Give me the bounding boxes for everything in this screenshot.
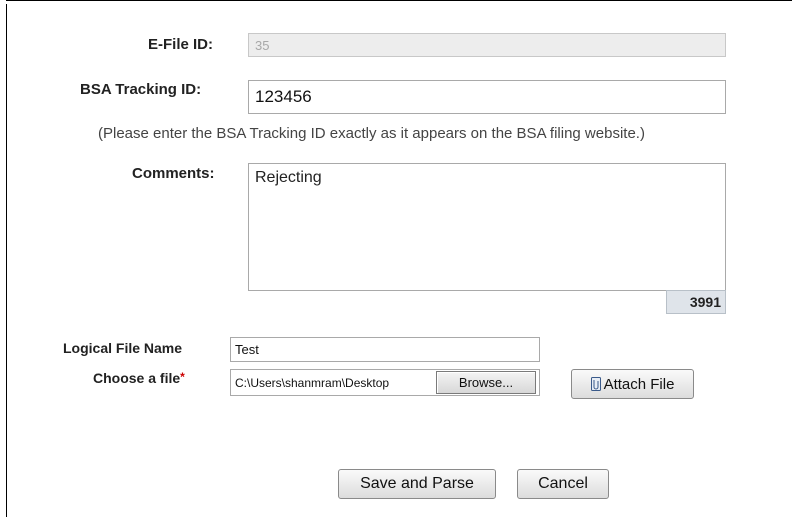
choose-file-label: Choose a file*: [93, 370, 185, 386]
paperclip-icon: [590, 377, 601, 391]
efile-id-value: 35: [255, 37, 270, 53]
bsa-tracking-id-value: 123456: [255, 87, 312, 106]
efile-id-field: 35: [248, 33, 726, 57]
comments-label: Comments:: [132, 165, 215, 182]
bsa-tracking-id-hint: (Please enter the BSA Tracking ID exactl…: [98, 125, 645, 142]
attach-file-label: Attach File: [603, 375, 675, 393]
ereject-form-page: E-File ID: 35 BSA Tracking ID: 123456 (P…: [0, 0, 792, 517]
frame-top-border: [6, 0, 792, 4]
logical-file-name-label: Logical File Name: [63, 340, 183, 356]
cancel-button[interactable]: Cancel: [517, 469, 609, 499]
required-marker: *: [180, 370, 185, 384]
browse-button[interactable]: Browse...: [436, 371, 536, 394]
comments-textarea[interactable]: Rejecting: [248, 163, 726, 291]
comments-value: Rejecting: [255, 169, 322, 186]
attach-file-button[interactable]: Attach File: [571, 369, 694, 399]
logical-file-name-input[interactable]: Test: [230, 337, 540, 362]
bsa-tracking-id-input[interactable]: 123456: [248, 80, 726, 114]
cancel-label: Cancel: [538, 475, 588, 492]
logical-file-name-value: Test: [235, 342, 259, 357]
bsa-tracking-id-label: BSA Tracking ID:: [80, 81, 202, 98]
save-and-parse-label: Save and Parse: [360, 475, 474, 492]
comments-char-counter: 3991: [666, 290, 726, 314]
efile-id-label: E-File ID:: [148, 36, 214, 53]
browse-button-label: Browse...: [458, 375, 514, 390]
frame-left-border: [6, 0, 7, 517]
save-and-parse-button[interactable]: Save and Parse: [338, 469, 496, 499]
choose-file-label-text: Choose a file: [93, 370, 181, 386]
file-path-value: C:\Users\shanmram\Desktop: [235, 375, 390, 390]
